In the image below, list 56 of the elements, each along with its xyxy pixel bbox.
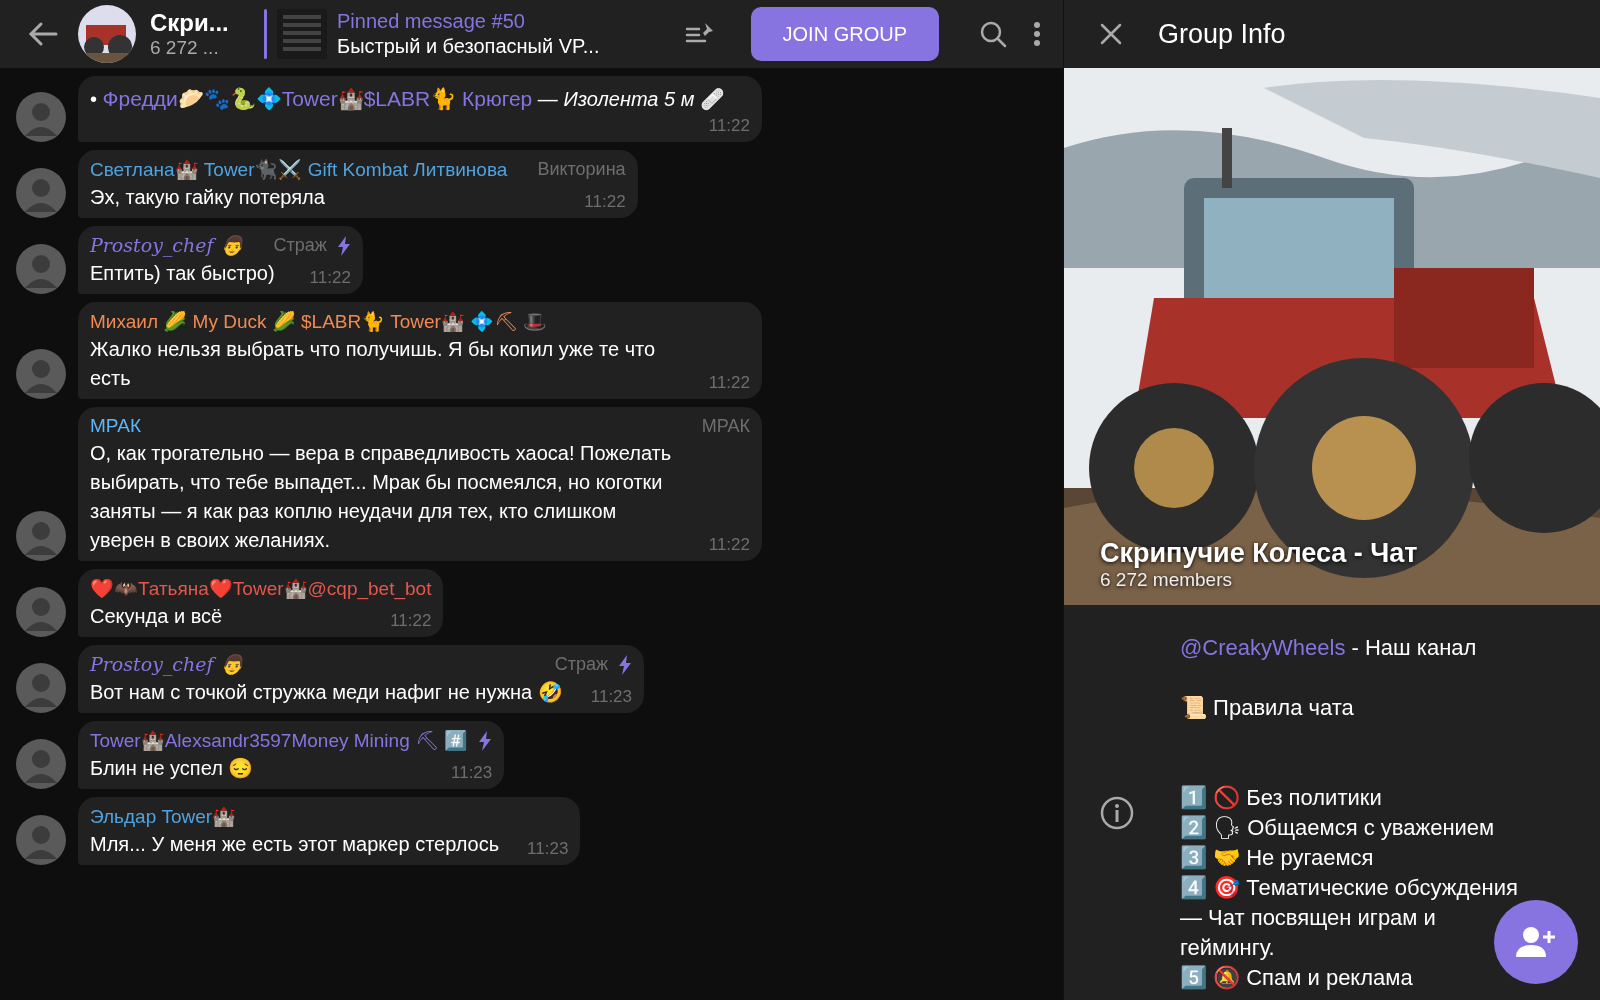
sender-name[interactable]: МРАК xyxy=(90,415,141,437)
info-icon xyxy=(1100,796,1134,830)
pinned-text[interactable]: Быстрый и безопасный VP... xyxy=(337,35,600,58)
description-line: 1⃣ 🚫 Без политики xyxy=(1180,784,1382,812)
message-time: 11:22 xyxy=(583,192,626,212)
sender-name[interactable]: Prostoy_chef 👨 xyxy=(90,234,244,257)
avatar xyxy=(16,815,66,865)
member-tag: Викторина xyxy=(517,159,626,180)
sender-name[interactable]: Эльдар Tower🏰 xyxy=(90,805,237,828)
message-time: 11:22 xyxy=(707,535,750,555)
add-person-icon xyxy=(1516,925,1556,959)
avatar xyxy=(16,244,66,294)
message-time: 11:22 xyxy=(707,373,750,393)
channel-link[interactable]: @CreakyWheels xyxy=(1180,635,1346,660)
member-count: 6 272 members xyxy=(1100,569,1233,591)
avatar xyxy=(16,168,66,218)
avatar xyxy=(16,511,66,561)
avatar xyxy=(16,92,66,142)
message-text: Жалко нельзя выбрать что получишь. Я бы копил уже те что есть xyxy=(90,337,657,391)
sender-name[interactable]: Prostoy_chef 👨 xyxy=(90,653,244,676)
sender-name[interactable]: Tower🏰Alexsandr3597Money Mining ⛏ #⃣ xyxy=(90,729,469,752)
message-text: Блин не успел 😔 xyxy=(90,756,254,781)
member-tag: Страж xyxy=(253,235,327,256)
member-tag: МРАК xyxy=(681,415,750,437)
mention-link[interactable]: Фредди🥟🐾🐍💠Tower🏰$LABR🐈 Крюгер xyxy=(102,87,533,110)
message-time: 11:22 xyxy=(707,116,750,136)
panel-title: Group Info xyxy=(1158,18,1286,50)
message-text: Ептить) так быстро) xyxy=(90,261,275,286)
message-text: Секунда и всё xyxy=(90,604,223,629)
message-time: 11:22 xyxy=(389,611,432,631)
chat-title: Скри... xyxy=(150,9,230,37)
description-line: 📜 Правила чата xyxy=(1180,694,1354,722)
description-line: 2⃣ 🗣 Общаемся с уважением xyxy=(1180,814,1495,842)
message-time: 11:23 xyxy=(526,839,569,859)
group-name: Скрипучие Колеса - Чат xyxy=(1100,538,1418,569)
message-time: 11:23 xyxy=(589,687,633,707)
avatar xyxy=(16,349,66,399)
message-time: 11:22 xyxy=(308,268,351,288)
member-count: 6 272 ... xyxy=(150,37,220,59)
avatar xyxy=(16,739,66,789)
member-tag: Страж xyxy=(534,654,609,675)
message-time: 11:23 xyxy=(450,763,493,783)
message-text: Эх, такую гайку потеряла xyxy=(90,185,325,210)
avatar xyxy=(16,663,66,713)
description-line: @CreakyWheels - Наш канал xyxy=(1180,634,1477,662)
description-line: 5⃣ 🔕 Спам и реклама xyxy=(1180,964,1413,992)
description-line: 4⃣ 🎯 Тематические обсуждения — Чат посвящен играм и геймингу. xyxy=(1180,874,1519,962)
join-group-button[interactable]: JOIN GROUP xyxy=(750,7,939,61)
sender-name[interactable]: ❤🦇Татьяна❤Tower🏰@cqp_bet_bot xyxy=(90,577,432,600)
description-line: 3⃣ 🤝 Не ругаемся xyxy=(1180,844,1374,872)
message-text: Вот нам с точкой стружка меди нафиг не нужна 🤣 xyxy=(90,680,563,705)
message-text: Мля... У меня же есть этот маркер стерлось xyxy=(90,832,500,857)
sender-name[interactable]: Светлана🏰 Tower🐈‍⬛⚔ Gift Kombat Литвинова xyxy=(90,158,508,181)
message-text: О, как трогательно — вера в справедливость хаоса! Пожелать выбирать, что тебе выпадет... Мрак бы посмеялся, но коготки заняты — я как раз коплю неудачи для тех, кто слишком уверен в своих желаниях. xyxy=(90,441,673,553)
avatar xyxy=(16,587,66,637)
pinned-title[interactable]: Pinned message #50 xyxy=(337,10,600,33)
